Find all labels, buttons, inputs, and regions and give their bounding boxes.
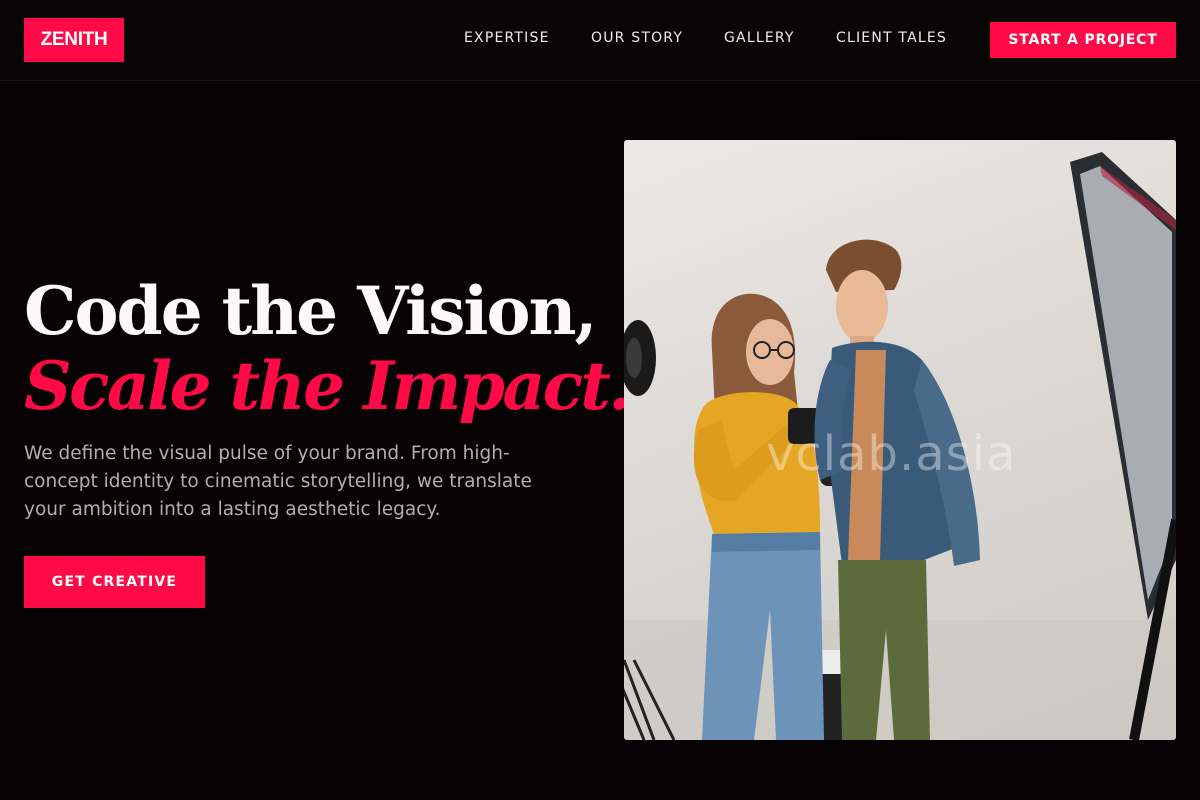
nav-link-client-tales[interactable]: CLIENT TALES [836,30,947,46]
headline-line-1: Code the Vision, [24,272,597,350]
site-header: ZENITH EXPERTISE OUR STORY GALLERY CLIEN… [0,0,1200,81]
hero-photo: vclab.asia [624,140,1176,740]
start-project-button[interactable]: START A PROJECT [990,22,1176,58]
nav-link-expertise[interactable]: EXPERTISE [464,30,550,46]
get-creative-button[interactable]: GET CREATIVE [24,556,205,608]
woman-figure [693,293,824,740]
headline-line-2: Scale the Impact. [24,347,631,425]
photo-watermark: vclab.asia [766,426,1017,482]
nav-link-gallery[interactable]: GALLERY [724,30,795,46]
nav-link-our-story[interactable]: OUR STORY [591,30,683,46]
hero-headline: Code the Vision, Scale the Impact. [24,272,631,425]
hero-description: We define the visual pulse of your brand… [24,443,532,520]
